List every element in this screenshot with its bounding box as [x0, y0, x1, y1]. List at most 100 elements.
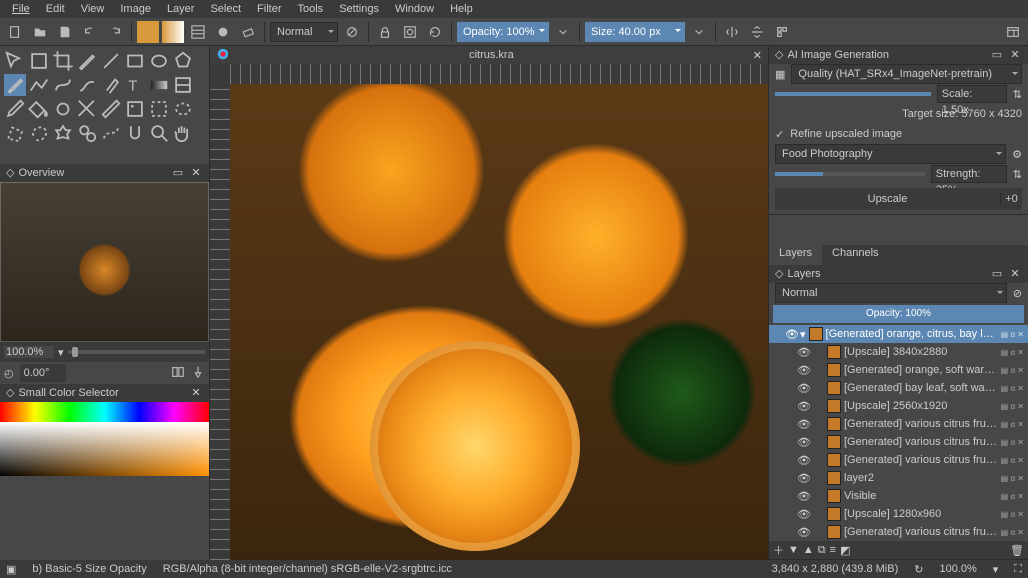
layer-flags[interactable]: ▤ α ✕	[1001, 402, 1024, 411]
smartfill-tool-icon[interactable]	[52, 98, 74, 120]
ruler-horizontal[interactable]	[230, 64, 768, 84]
brush-tool-icon[interactable]	[4, 74, 26, 96]
preserve-alpha-icon[interactable]	[399, 21, 421, 43]
pattern-swatch[interactable]	[187, 21, 209, 43]
transform-tool-icon[interactable]	[28, 50, 50, 72]
layer-flags[interactable]: ▤ α ✕	[1001, 456, 1024, 465]
layer-flags[interactable]: ▤ α ✕	[1001, 492, 1024, 501]
layer-row[interactable]: 👁[Generated] various citrus fruit arrang…	[769, 451, 1028, 469]
layer-opacity-slider[interactable]: Opacity: 100%	[773, 305, 1024, 323]
layer-row[interactable]: 👁[Generated] various citrus fruit arrang…	[769, 415, 1028, 433]
layer-mask-icon[interactable]: ◩	[840, 544, 850, 557]
chevron-down-icon[interactable]	[552, 21, 574, 43]
free-select-icon[interactable]	[28, 122, 50, 144]
calligraphy-tool-icon[interactable]	[100, 74, 122, 96]
layer-flags[interactable]: ▤ α ✕	[1001, 348, 1024, 357]
zoom-value[interactable]: 100.0%	[4, 346, 54, 358]
visibility-icon[interactable]: 👁	[797, 490, 809, 503]
rotation-dial-icon[interactable]: ◴	[4, 367, 14, 380]
reference-tool-icon[interactable]	[124, 98, 146, 120]
layer-row[interactable]: 👁Visible▤ α ✕	[769, 487, 1028, 505]
scale-value[interactable]: Scale: 1.50x	[937, 85, 1007, 103]
open-doc-icon[interactable]	[29, 21, 51, 43]
layer-flags[interactable]: ▤ α ✕	[1001, 366, 1024, 375]
refine-checkbox[interactable]: ✓	[775, 128, 784, 141]
layer-row[interactable]: 👁[Generated] various citrus fruit arrang…	[769, 433, 1028, 451]
freehand-tool-icon[interactable]	[76, 50, 98, 72]
link-icon[interactable]: ⇅	[1013, 88, 1022, 101]
undo-icon[interactable]	[79, 21, 101, 43]
freehandpath-tool-icon[interactable]	[76, 74, 98, 96]
opacity-slider[interactable]: Opacity: 100%	[457, 22, 549, 42]
close-panel-icon[interactable]: ✕	[1008, 48, 1022, 62]
visibility-icon[interactable]: 👁	[797, 364, 809, 377]
fill-tool-icon[interactable]	[28, 98, 50, 120]
gradient-swatch[interactable]	[162, 21, 184, 43]
enqueue-button[interactable]: +0	[1000, 193, 1022, 205]
visibility-icon[interactable]: 👁	[797, 472, 809, 485]
layer-flags[interactable]: ▤ α ✕	[1001, 384, 1024, 393]
tab-channels[interactable]: Channels	[822, 245, 888, 265]
gradient-tool-icon[interactable]	[148, 74, 170, 96]
lock-icon[interactable]: ◇	[6, 384, 14, 402]
zoom-slider[interactable]	[68, 350, 205, 354]
measure-tool-icon[interactable]	[100, 98, 122, 120]
visibility-icon[interactable]: 👁	[797, 526, 809, 539]
angle-icon[interactable]: ↻	[914, 563, 923, 576]
assistant-tool-icon[interactable]	[76, 98, 98, 120]
move-up-icon[interactable]: ▲	[803, 544, 814, 556]
mirror-canvas-icon[interactable]	[171, 365, 185, 382]
reload-brush-icon[interactable]	[424, 21, 446, 43]
visibility-icon[interactable]: 👁	[797, 346, 809, 359]
upscale-button[interactable]: Upscale +0	[775, 188, 1022, 210]
pan-tool-icon[interactable]	[172, 122, 194, 144]
close-doc-icon[interactable]: ✕	[753, 49, 762, 62]
scale-slider[interactable]	[775, 92, 931, 96]
ellipse-tool-icon[interactable]	[148, 50, 170, 72]
duplicate-layer-icon[interactable]: ⧉	[818, 544, 826, 557]
visibility-icon[interactable]: 👁	[797, 418, 809, 431]
text-tool-icon[interactable]: T	[124, 74, 146, 96]
line-tool-icon[interactable]	[100, 50, 122, 72]
lock-icon[interactable]: ◇	[775, 46, 783, 64]
clear-blend-icon[interactable]: ⊘	[1013, 287, 1022, 300]
layer-flags[interactable]: ▤ α ✕	[1001, 510, 1024, 519]
color-selector[interactable]	[0, 402, 209, 476]
alpha-lock-icon[interactable]	[374, 21, 396, 43]
crop-tool-icon[interactable]	[52, 50, 74, 72]
colorpicker-tool-icon[interactable]	[4, 98, 26, 120]
pattern-tool-icon[interactable]	[172, 74, 194, 96]
wrap-icon[interactable]	[771, 21, 793, 43]
chevron-down-icon[interactable]	[688, 21, 710, 43]
lock-icon[interactable]: ◇	[775, 265, 783, 283]
layer-flags[interactable]: ▤ α ✕	[1001, 438, 1024, 447]
pin-icon[interactable]	[191, 365, 205, 382]
gear-icon[interactable]: ⚙	[1012, 148, 1022, 161]
new-doc-icon[interactable]	[4, 21, 26, 43]
move-down-icon[interactable]: ▼	[788, 544, 799, 556]
float-panel-icon[interactable]: ▭	[990, 48, 1004, 62]
fullscreen-icon[interactable]: ⛶	[1014, 563, 1022, 576]
menu-tools[interactable]: Tools	[290, 2, 332, 16]
float-panel-icon[interactable]: ▭	[171, 166, 185, 180]
tab-layers[interactable]: Layers	[769, 245, 822, 265]
layer-flags[interactable]: ▤ α ✕	[1001, 528, 1024, 537]
fg-color-swatch[interactable]	[137, 21, 159, 43]
move-tool-icon[interactable]	[4, 50, 26, 72]
blend-mode-select[interactable]: Normal	[270, 22, 338, 42]
brush-preset-icon[interactable]	[212, 21, 234, 43]
canvas[interactable]	[230, 84, 768, 560]
polyline-tool-icon[interactable]	[28, 74, 50, 96]
menu-view[interactable]: View	[73, 2, 113, 16]
brush-size-slider[interactable]: Size: 40.00 px	[585, 22, 685, 42]
poly-select-icon[interactable]	[4, 122, 26, 144]
layer-flags[interactable]: ▤ α ✕	[1001, 420, 1024, 429]
layer-row[interactable]: 👁[Upscale] 2560x1920▤ α ✕	[769, 397, 1028, 415]
expand-icon[interactable]: ▾	[800, 328, 806, 341]
blend-clear-icon[interactable]	[341, 21, 363, 43]
overview-thumbnail[interactable]	[0, 182, 209, 342]
strength-slider[interactable]	[775, 172, 925, 176]
menu-filter[interactable]: Filter	[249, 2, 289, 16]
menu-window[interactable]: Window	[387, 2, 442, 16]
contig-select-icon[interactable]	[52, 122, 74, 144]
